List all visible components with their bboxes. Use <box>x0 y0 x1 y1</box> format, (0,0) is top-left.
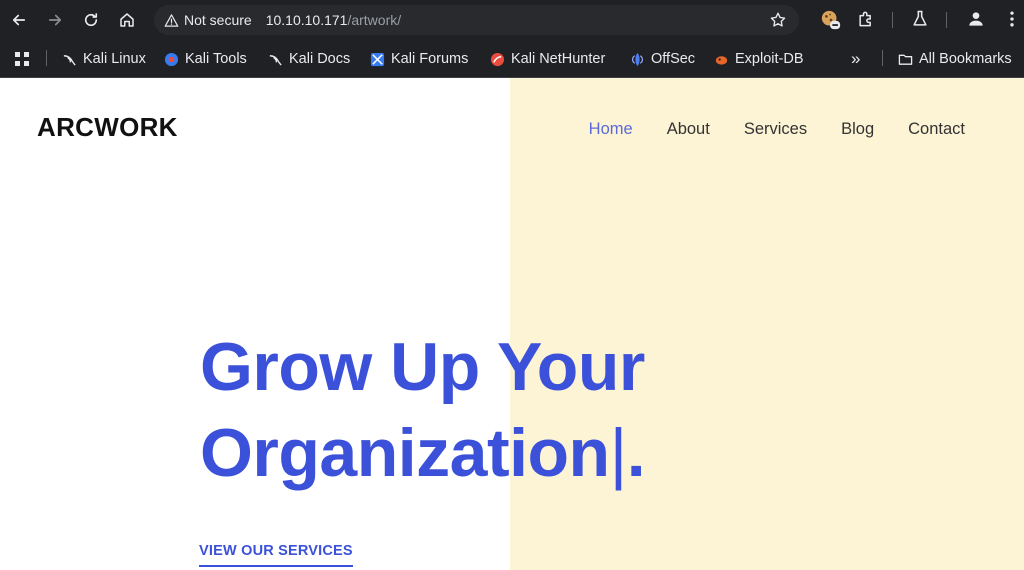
arrow-left-icon <box>12 14 26 26</box>
home-button[interactable] <box>113 6 141 34</box>
toolbar-separator <box>892 12 893 28</box>
forward-button[interactable] <box>41 6 69 34</box>
bookmark-label: Kali NetHunter <box>511 51 606 67</box>
all-bookmarks-button[interactable]: All Bookmarks <box>898 48 1012 70</box>
bookmarks-bar: Kali Linux Kali Tools Kali Docs Kali For… <box>0 40 1024 78</box>
nethunter-icon <box>490 52 505 66</box>
home-icon <box>120 13 134 27</box>
warning-icon <box>164 13 179 27</box>
url-path: /artwork/ <box>347 12 402 28</box>
bookmark-star-button[interactable] <box>769 11 787 34</box>
site-nav: Home About Services Blog Contact <box>555 120 965 139</box>
bookmark-label: OffSec <box>651 51 696 67</box>
folder-icon <box>898 54 913 65</box>
bookmark-kali-forums[interactable]: Kali Forums <box>370 48 468 70</box>
page-viewport: ARCWORK Home About Services Blog Contact… <box>0 78 1024 570</box>
apps-grid-icon <box>15 52 29 66</box>
bookmark-label: Kali Forums <box>391 51 469 67</box>
bookmark-kali-docs[interactable]: Kali Docs <box>268 48 350 70</box>
hero-line-2: Organization <box>200 415 610 491</box>
kali-icon <box>63 54 76 66</box>
kali-icon <box>269 54 282 66</box>
site-logo[interactable]: ARCWORK <box>37 112 178 143</box>
bookmark-kali-linux[interactable]: Kali Linux <box>62 48 146 70</box>
labs-button[interactable] <box>910 9 932 31</box>
puzzle-icon <box>859 11 871 27</box>
bookmark-label: Kali Linux <box>83 51 146 67</box>
bookmark-kali-nethunter[interactable]: Kali NetHunter <box>490 48 605 70</box>
nav-blog[interactable]: Blog <box>841 120 874 139</box>
nav-contact[interactable]: Contact <box>908 120 965 139</box>
browser-toolbar: Not secure 10.10.10.171/artwork/ <box>0 0 1024 40</box>
offsec-icon <box>631 52 644 66</box>
kali-forums-icon <box>370 52 385 66</box>
bookmark-label: Kali Docs <box>289 51 351 67</box>
all-bookmarks-label: All Bookmarks <box>919 51 1012 67</box>
nav-home[interactable]: Home <box>589 120 633 139</box>
hero-heading: Grow Up Your Organization|. <box>200 324 646 496</box>
exploit-db-icon <box>715 55 728 65</box>
apps-button[interactable] <box>14 48 30 70</box>
url-host: 10.10.10.171 <box>265 12 348 28</box>
bookmarks-separator <box>46 50 47 66</box>
kali-tools-icon <box>164 52 179 66</box>
hero-line-1: Grow Up Your <box>200 329 645 405</box>
reload-button[interactable] <box>77 6 105 34</box>
person-icon <box>969 12 983 26</box>
nav-services[interactable]: Services <box>744 120 807 139</box>
arrow-right-icon <box>48 14 62 26</box>
profile-button[interactable] <box>966 9 988 31</box>
address-bar[interactable]: Not secure 10.10.10.171/artwork/ <box>154 5 799 35</box>
nav-about[interactable]: About <box>667 120 710 139</box>
typing-caret: | <box>609 415 628 491</box>
security-chip[interactable]: Not secure <box>154 5 262 35</box>
view-services-link[interactable]: VIEW OUR SERVICES <box>199 543 353 567</box>
bookmark-offsec[interactable]: OffSec <box>630 48 695 70</box>
bookmark-label: Kali Tools <box>185 51 247 67</box>
security-label: Not secure <box>184 12 252 28</box>
hero-period: . <box>626 415 646 491</box>
cookie-extension-icon[interactable] <box>820 9 842 31</box>
overflow-label: » <box>851 49 861 68</box>
bookmarks-separator <box>882 50 883 66</box>
flask-icon <box>913 10 927 26</box>
back-button[interactable] <box>5 6 33 34</box>
bookmark-kali-tools[interactable]: Kali Tools <box>164 48 247 70</box>
bookmarks-overflow-button[interactable]: » <box>851 48 860 70</box>
kebab-menu-icon <box>1010 11 1014 27</box>
extensions-button[interactable] <box>856 9 878 31</box>
reload-icon <box>84 13 98 27</box>
star-icon <box>770 12 786 27</box>
toolbar-separator <box>946 12 947 28</box>
menu-button[interactable] <box>1002 9 1024 31</box>
bookmark-exploit-db[interactable]: Exploit-DB <box>714 48 804 70</box>
bookmark-label: Exploit-DB <box>735 51 804 67</box>
